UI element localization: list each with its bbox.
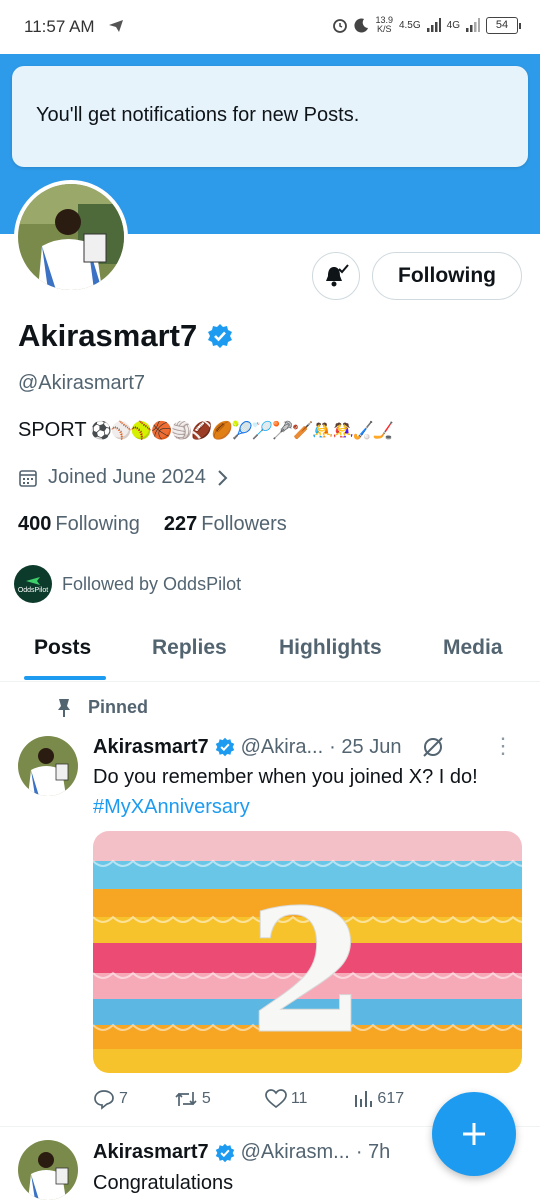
heart-icon	[264, 1089, 287, 1109]
views-action[interactable]: 617	[353, 1089, 404, 1109]
tweet-author-handle: @Akirasm...	[240, 1141, 350, 1163]
profile-name-row: Akirasmart7	[18, 318, 233, 354]
more-options-icon[interactable]: ⋮	[492, 735, 514, 757]
repost-icon	[175, 1092, 197, 1106]
tweet-author-name[interactable]: Akirasmart7	[93, 1141, 209, 1164]
tweet-header: Akirasmart7 @Akira... · 25 Jun	[93, 735, 445, 759]
tab-posts[interactable]: Posts	[34, 636, 91, 660]
avatar-photo	[18, 736, 78, 796]
profile-bio: SPORT ⚽⚾🥎🏀🏐🏈🏉🎾🏸🥍🏏🤼🤼‍♀️🏑🏒	[18, 419, 395, 442]
bio-text: SPORT	[18, 419, 87, 441]
plus-icon	[463, 1123, 485, 1145]
plane-icon	[26, 576, 40, 585]
avatar-photo	[18, 1140, 78, 1200]
tweet-text: Do you remember when you joined X? I do!…	[93, 766, 478, 818]
chevron-right-icon	[218, 469, 228, 486]
pinned-label: Pinned	[88, 697, 149, 717]
status-icons: 13.9 K/S 4.5G 4G 54	[332, 15, 521, 34]
pinned-indicator: Pinned	[56, 697, 148, 718]
repost-action[interactable]: 5	[174, 1088, 211, 1110]
tweet-media[interactable]: 2	[93, 831, 522, 1073]
active-tab-indicator	[24, 676, 106, 680]
telegram-icon	[109, 20, 123, 32]
avatar-photo	[18, 184, 124, 290]
alarm-icon	[333, 19, 348, 33]
profile-avatar[interactable]	[14, 180, 128, 294]
bio-emojis: ⚽⚾🥎🏀🏐🏈🏉🎾🏸🥍🏏🤼🤼‍♀️🏑🏒	[90, 420, 395, 440]
hashtag-link[interactable]: #MyXAnniversary	[93, 796, 250, 818]
network-speed: 13.9 K/S	[375, 15, 393, 34]
like-action[interactable]: 11	[264, 1089, 307, 1109]
signal-icon-2	[466, 18, 480, 32]
followed-by-text: Followed by OddsPilot	[62, 573, 242, 594]
status-bar: 11:57 AM 13.9 K/S 4.5G 4G 54	[0, 0, 540, 54]
profile-tabs: Posts Replies Highlights Media	[0, 620, 540, 682]
grok-icon[interactable]	[421, 735, 445, 759]
notification-toast: You'll get notifications for new Posts.	[12, 66, 528, 167]
toast-message: You'll get notifications for new Posts.	[36, 104, 360, 126]
network-type-2: 4G	[446, 19, 460, 31]
tweet-header: Akirasmart7 @Akirasm... · 7h	[93, 1141, 390, 1164]
display-name: Akirasmart7	[18, 318, 198, 353]
tab-replies[interactable]: Replies	[152, 636, 227, 660]
anniversary-image: 2	[93, 831, 522, 1073]
battery-icon: 54	[486, 16, 521, 34]
joined-date[interactable]: Joined June 2024	[18, 466, 228, 489]
profile-handle: @Akirasmart7	[18, 372, 145, 394]
signal-icon	[426, 18, 441, 32]
network-type-1: 4.5G	[398, 19, 421, 31]
bell-check-icon	[326, 264, 349, 287]
verified-badge-icon	[215, 737, 234, 757]
moon-icon	[354, 18, 369, 33]
following-button[interactable]: Following	[372, 252, 522, 300]
oddspilot-avatar: OddsPilot	[14, 565, 52, 603]
compose-post-button[interactable]	[432, 1092, 516, 1176]
tab-media[interactable]: Media	[443, 636, 503, 660]
tweet-text: Congratulations	[93, 1172, 234, 1194]
following-stat[interactable]: 400 Following	[18, 513, 140, 536]
reply-action[interactable]: 7	[93, 1088, 128, 1110]
tweet-time: · 7h	[355, 1141, 391, 1163]
reply-icon	[94, 1090, 114, 1110]
follow-stats: 400 Following 227 Followers	[18, 513, 287, 536]
tweet-avatar[interactable]	[18, 1140, 78, 1200]
views-icon	[355, 1091, 373, 1107]
status-time: 11:57 AM	[24, 17, 95, 36]
notification-bell-button[interactable]	[312, 252, 360, 300]
calendar-icon	[19, 469, 37, 487]
tab-highlights[interactable]: Highlights	[279, 636, 382, 660]
tweet-author-handle: @Akira...	[240, 735, 324, 758]
anniversary-numeral: 2	[248, 872, 366, 1072]
tweet-time: · 25 Jun	[329, 735, 402, 758]
verified-badge-icon	[208, 324, 233, 348]
verified-badge-icon	[215, 1143, 234, 1162]
tweet-author-name[interactable]: Akirasmart7	[93, 736, 209, 759]
followers-stat[interactable]: 227 Followers	[164, 513, 287, 536]
pin-icon	[58, 698, 70, 717]
joined-label: Joined June 2024	[48, 466, 206, 488]
tweet-avatar[interactable]	[18, 736, 78, 796]
followed-by[interactable]: OddsPilot Followed by OddsPilot	[14, 565, 241, 603]
